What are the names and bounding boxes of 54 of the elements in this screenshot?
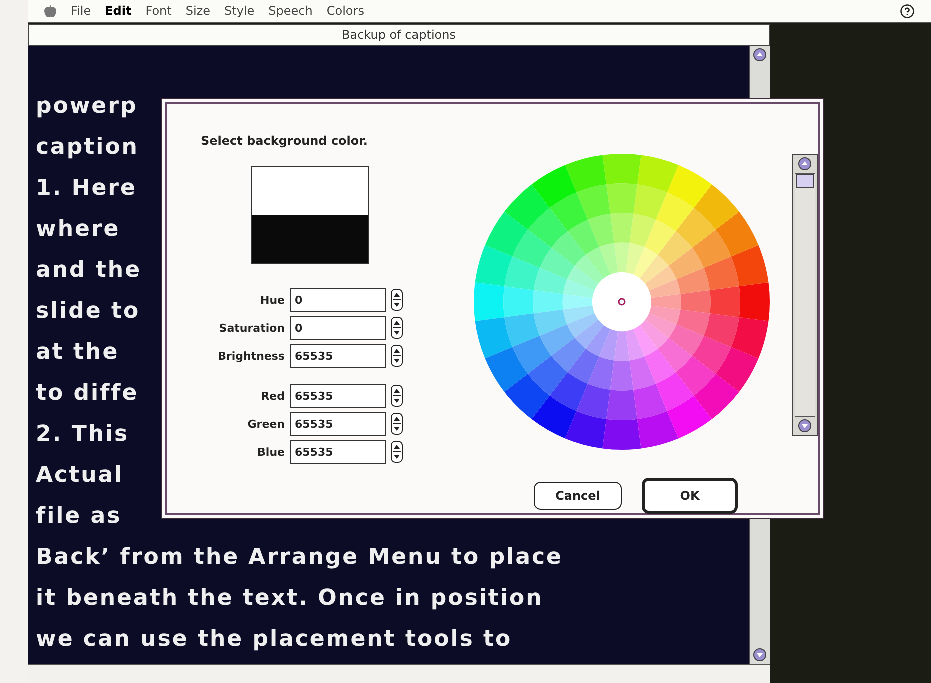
- field-label: Green: [248, 418, 285, 430]
- document-text-line: at the: [36, 339, 120, 367]
- slider-thumb[interactable]: [796, 174, 814, 188]
- document-text-line: to diffe: [36, 380, 139, 408]
- slider-up-icon[interactable]: [798, 157, 812, 171]
- field-label: Blue: [258, 446, 285, 458]
- number-field[interactable]: 65535: [290, 412, 386, 436]
- menu-item[interactable]: Size: [186, 4, 211, 18]
- apple-icon[interactable]: [44, 4, 57, 18]
- stepper-icon[interactable]: [391, 345, 403, 367]
- document-text-line: slide to: [36, 298, 140, 326]
- document-text-line: 2. This: [36, 421, 130, 449]
- menu-item[interactable]: Font: [146, 4, 172, 18]
- document-text-line: powerp: [36, 93, 138, 121]
- field-label: Red: [261, 390, 285, 402]
- document-text-line: 1. Here: [36, 175, 137, 203]
- document-text-line: Actual: [36, 462, 124, 490]
- stepper-icon[interactable]: [391, 441, 403, 463]
- stepper-icon[interactable]: [391, 317, 403, 339]
- dialog-prompt: Select background color.: [201, 134, 368, 148]
- number-field[interactable]: 65535: [290, 384, 386, 408]
- default-button[interactable]: OK: [642, 478, 738, 514]
- document-text-line: where: [36, 216, 120, 244]
- stepper-icon[interactable]: [391, 413, 403, 435]
- field-label: Saturation: [219, 322, 285, 334]
- dialog-button[interactable]: Cancel: [534, 482, 622, 510]
- menu-item[interactable]: Speech: [268, 4, 313, 18]
- color-wheel-drawing[interactable]: [472, 152, 772, 452]
- brightness-slider[interactable]: [792, 154, 818, 436]
- menu-item[interactable]: Colors: [326, 4, 364, 18]
- document-text-line: it beneath the text. Once in position: [36, 585, 544, 613]
- number-field[interactable]: 65535: [290, 440, 386, 464]
- horizontal-scrollbar[interactable]: [28, 664, 770, 683]
- slider-track[interactable]: [795, 173, 815, 417]
- field-label: Hue: [260, 294, 285, 306]
- document-text-line: Back’ from the Arrange Menu to place: [36, 544, 563, 572]
- document-text-line: and the: [36, 257, 142, 285]
- field-label: Brightness: [218, 350, 285, 362]
- menu-item[interactable]: Style: [224, 4, 255, 18]
- scroll-down-icon[interactable]: [753, 648, 767, 662]
- number-field[interactable]: 0: [290, 288, 386, 312]
- document-text-line: we can use the placement tools to: [36, 626, 512, 654]
- menu-item[interactable]: Edit: [105, 4, 132, 18]
- number-field[interactable]: 65535: [290, 344, 386, 368]
- slider-down-icon[interactable]: [798, 419, 812, 433]
- number-field[interactable]: 0: [290, 316, 386, 340]
- document-text-line: file as: [36, 503, 122, 531]
- stepper-icon[interactable]: [391, 385, 403, 407]
- stepper-icon[interactable]: [391, 289, 403, 311]
- menu-item[interactable]: File: [71, 4, 92, 18]
- help-icon[interactable]: [900, 4, 915, 18]
- document-text-line: caption: [36, 134, 139, 162]
- scroll-up-icon[interactable]: [753, 48, 767, 62]
- window-title: Backup of captions: [28, 24, 770, 46]
